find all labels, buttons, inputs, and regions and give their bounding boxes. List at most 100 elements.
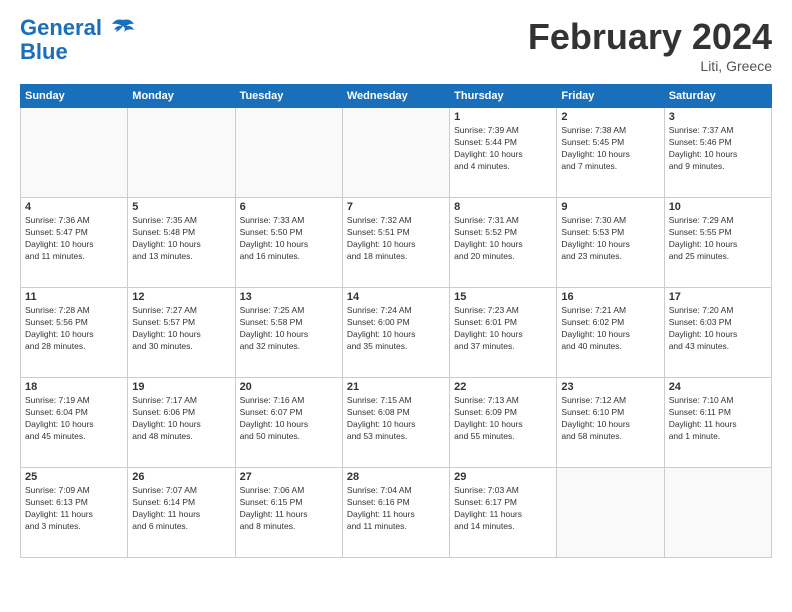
day-number: 16 (561, 291, 659, 303)
day-number: 11 (25, 291, 123, 303)
day-info: Sunrise: 7:21 AMSunset: 6:02 PMDaylight:… (561, 305, 659, 353)
page: General Blue February 2024 Liti, Greece … (0, 0, 792, 574)
day-number: 21 (347, 381, 445, 393)
day-cell: 9 Sunrise: 7:30 AMSunset: 5:53 PMDaylight… (557, 198, 664, 288)
day-cell (342, 108, 449, 198)
day-number: 28 (347, 471, 445, 483)
day-cell: 12 Sunrise: 7:27 AMSunset: 5:57 PMDayligh… (128, 288, 235, 378)
col-header-monday: Monday (128, 85, 235, 108)
day-number: 22 (454, 381, 552, 393)
day-cell: 11Sunrise: 7:28 AMSunset: 5:56 PMDayligh… (21, 288, 128, 378)
day-number: 5 (132, 201, 230, 213)
day-number: 8 (454, 201, 552, 213)
col-header-tuesday: Tuesday (235, 85, 342, 108)
day-info: Sunrise: 7:39 AMSunset: 5:44 PMDaylight:… (454, 125, 552, 173)
day-number: 26 (132, 471, 230, 483)
day-cell: 22 Sunrise: 7:13 AMSunset: 6:09 PMDayligh… (450, 378, 557, 468)
col-header-sunday: Sunday (21, 85, 128, 108)
day-info: Sunrise: 7:35 AMSunset: 5:48 PMDaylight:… (132, 215, 230, 263)
day-cell: 14 Sunrise: 7:24 AMSunset: 6:00 PMDayligh… (342, 288, 449, 378)
day-info: Sunrise: 7:37 AMSunset: 5:46 PMDaylight:… (669, 125, 767, 173)
calendar-table: SundayMondayTuesdayWednesdayThursdayFrid… (20, 84, 772, 558)
day-number: 1 (454, 111, 552, 123)
day-info: Sunrise: 7:06 AMSunset: 6:15 PMDaylight:… (240, 485, 338, 533)
day-info: Sunrise: 7:32 AMSunset: 5:51 PMDaylight:… (347, 215, 445, 263)
day-number: 25 (25, 471, 123, 483)
day-cell: 5 Sunrise: 7:35 AMSunset: 5:48 PMDaylight… (128, 198, 235, 288)
day-info: Sunrise: 7:29 AMSunset: 5:55 PMDaylight:… (669, 215, 767, 263)
week-row-4: 25 Sunrise: 7:09 AMSunset: 6:13 PMDayligh… (21, 468, 772, 558)
day-number: 12 (132, 291, 230, 303)
title-block: February 2024 Liti, Greece (528, 16, 772, 74)
day-cell: 21 Sunrise: 7:15 AMSunset: 6:08 PMDayligh… (342, 378, 449, 468)
col-header-friday: Friday (557, 85, 664, 108)
day-cell: 16 Sunrise: 7:21 AMSunset: 6:02 PMDayligh… (557, 288, 664, 378)
day-number: 9 (561, 201, 659, 213)
day-cell: 18Sunrise: 7:19 AMSunset: 6:04 PMDayligh… (21, 378, 128, 468)
day-cell: 10 Sunrise: 7:29 AMSunset: 5:55 PMDayligh… (664, 198, 771, 288)
day-cell: 8 Sunrise: 7:31 AMSunset: 5:52 PMDaylight… (450, 198, 557, 288)
day-cell: 15 Sunrise: 7:23 AMSunset: 6:01 PMDayligh… (450, 288, 557, 378)
day-number: 10 (669, 201, 767, 213)
day-info: Sunrise: 7:13 AMSunset: 6:09 PMDaylight:… (454, 395, 552, 443)
day-info: Sunrise: 7:38 AMSunset: 5:45 PMDaylight:… (561, 125, 659, 173)
day-cell: 26Sunrise: 7:07 AMSunset: 6:14 PMDayligh… (128, 468, 235, 558)
day-cell: 23 Sunrise: 7:12 AMSunset: 6:10 PMDayligh… (557, 378, 664, 468)
day-info: Sunrise: 7:31 AMSunset: 5:52 PMDaylight:… (454, 215, 552, 263)
day-info: Sunrise: 7:12 AMSunset: 6:10 PMDaylight:… (561, 395, 659, 443)
logo-text: General (20, 16, 136, 40)
day-number: 15 (454, 291, 552, 303)
month-title: February 2024 (528, 16, 772, 58)
logo-blue: Blue (20, 40, 136, 64)
day-cell: 20 Sunrise: 7:16 AMSunset: 6:07 PMDayligh… (235, 378, 342, 468)
week-row-0: 1 Sunrise: 7:39 AMSunset: 5:44 PMDaylight… (21, 108, 772, 198)
day-info: Sunrise: 7:17 AMSunset: 6:06 PMDaylight:… (132, 395, 230, 443)
day-cell (21, 108, 128, 198)
day-info: Sunrise: 7:24 AMSunset: 6:00 PMDaylight:… (347, 305, 445, 353)
day-info: Sunrise: 7:19 AMSunset: 6:04 PMDaylight:… (25, 395, 123, 443)
day-cell: 25 Sunrise: 7:09 AMSunset: 6:13 PMDayligh… (21, 468, 128, 558)
day-cell: 6 Sunrise: 7:33 AMSunset: 5:50 PMDaylight… (235, 198, 342, 288)
week-row-2: 11Sunrise: 7:28 AMSunset: 5:56 PMDayligh… (21, 288, 772, 378)
day-cell: 1 Sunrise: 7:39 AMSunset: 5:44 PMDaylight… (450, 108, 557, 198)
day-info: Sunrise: 7:23 AMSunset: 6:01 PMDaylight:… (454, 305, 552, 353)
day-number: 24 (669, 381, 767, 393)
day-number: 7 (347, 201, 445, 213)
day-cell: 4Sunrise: 7:36 AMSunset: 5:47 PMDaylight… (21, 198, 128, 288)
day-info: Sunrise: 7:30 AMSunset: 5:53 PMDaylight:… (561, 215, 659, 263)
day-number: 2 (561, 111, 659, 123)
day-number: 20 (240, 381, 338, 393)
day-cell (235, 108, 342, 198)
week-row-1: 4Sunrise: 7:36 AMSunset: 5:47 PMDaylight… (21, 198, 772, 288)
day-cell: 3 Sunrise: 7:37 AMSunset: 5:46 PMDaylight… (664, 108, 771, 198)
calendar-header-row: SundayMondayTuesdayWednesdayThursdayFrid… (21, 85, 772, 108)
day-cell: 28 Sunrise: 7:04 AMSunset: 6:16 PMDayligh… (342, 468, 449, 558)
day-number: 29 (454, 471, 552, 483)
day-info: Sunrise: 7:15 AMSunset: 6:08 PMDaylight:… (347, 395, 445, 443)
day-cell (128, 108, 235, 198)
logo: General Blue (20, 16, 136, 64)
day-number: 6 (240, 201, 338, 213)
col-header-saturday: Saturday (664, 85, 771, 108)
day-cell: 13Sunrise: 7:25 AMSunset: 5:58 PMDayligh… (235, 288, 342, 378)
logo-bird-icon (110, 18, 136, 40)
header: General Blue February 2024 Liti, Greece (20, 16, 772, 74)
day-number: 3 (669, 111, 767, 123)
day-info: Sunrise: 7:33 AMSunset: 5:50 PMDaylight:… (240, 215, 338, 263)
day-info: Sunrise: 7:20 AMSunset: 6:03 PMDaylight:… (669, 305, 767, 353)
day-cell: 2 Sunrise: 7:38 AMSunset: 5:45 PMDaylight… (557, 108, 664, 198)
day-number: 13 (240, 291, 338, 303)
day-info: Sunrise: 7:04 AMSunset: 6:16 PMDaylight:… (347, 485, 445, 533)
day-info: Sunrise: 7:36 AMSunset: 5:47 PMDaylight:… (25, 215, 123, 263)
day-cell: 19Sunrise: 7:17 AMSunset: 6:06 PMDayligh… (128, 378, 235, 468)
day-number: 23 (561, 381, 659, 393)
day-info: Sunrise: 7:27 AMSunset: 5:57 PMDaylight:… (132, 305, 230, 353)
day-number: 14 (347, 291, 445, 303)
day-info: Sunrise: 7:09 AMSunset: 6:13 PMDaylight:… (25, 485, 123, 533)
day-cell: 7 Sunrise: 7:32 AMSunset: 5:51 PMDaylight… (342, 198, 449, 288)
day-cell: 27Sunrise: 7:06 AMSunset: 6:15 PMDayligh… (235, 468, 342, 558)
day-cell: 24Sunrise: 7:10 AMSunset: 6:11 PMDayligh… (664, 378, 771, 468)
week-row-3: 18Sunrise: 7:19 AMSunset: 6:04 PMDayligh… (21, 378, 772, 468)
day-info: Sunrise: 7:16 AMSunset: 6:07 PMDaylight:… (240, 395, 338, 443)
day-info: Sunrise: 7:03 AMSunset: 6:17 PMDaylight:… (454, 485, 552, 533)
